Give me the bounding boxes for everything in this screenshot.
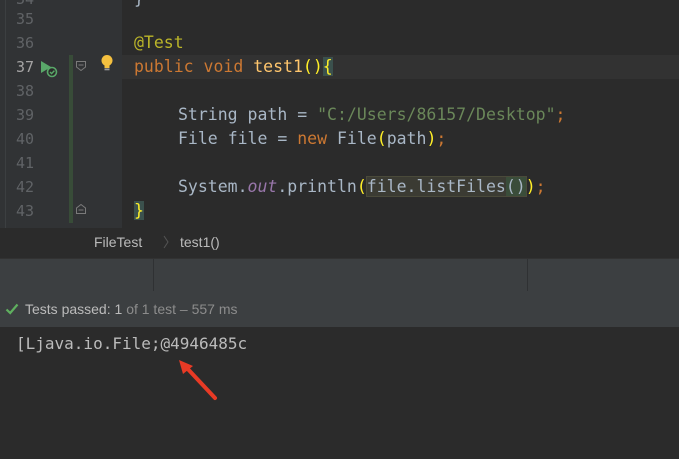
string-literal: "C:/Users/86157/Desktop" xyxy=(317,105,556,124)
breadcrumb-method[interactable]: test1() xyxy=(180,234,220,250)
line-number: 42 xyxy=(15,178,34,196)
line-number: 41 xyxy=(15,154,34,172)
fold-icon[interactable] xyxy=(76,204,86,214)
test-status-text: Tests passed: 1 of 1 test – 557 ms xyxy=(25,301,238,317)
line-number: 38 xyxy=(15,82,34,100)
checkmark-icon xyxy=(5,303,19,315)
code-line: 35 xyxy=(0,7,679,31)
arrow-annotation-icon xyxy=(179,360,217,400)
console-line: [Ljava.io.File;@4946485c xyxy=(16,334,248,353)
code-line: 42 System.out.println(file.listFiles()); xyxy=(0,175,679,199)
code-line: 39 String path = "C:/Users/86157/Desktop… xyxy=(0,103,679,127)
line-number: 37 xyxy=(15,58,34,76)
code-line: 40 File file = new File(path); xyxy=(0,127,679,151)
line-number: 43 xyxy=(15,202,34,220)
breadcrumb-class[interactable]: FileTest xyxy=(94,234,142,250)
selected-expression[interactable]: file.listFiles() xyxy=(365,176,527,197)
test-results-bar: Tests passed: 1 of 1 test – 557 ms xyxy=(0,291,679,327)
code-line: 38 xyxy=(0,79,679,103)
line-number: 40 xyxy=(15,130,34,148)
console-output[interactable]: [Ljava.io.File;@4946485c xyxy=(0,327,679,459)
breadcrumb-separator-icon xyxy=(163,235,169,249)
lightbulb-icon[interactable] xyxy=(99,54,115,72)
code-line: 43 } xyxy=(0,199,679,223)
fold-icon[interactable] xyxy=(76,61,86,71)
line-number: 35 xyxy=(15,10,34,28)
line-number: 36 xyxy=(15,34,34,52)
breadcrumb: FileTest test1() xyxy=(0,228,679,258)
code-line: 36 @Test xyxy=(0,31,679,55)
run-test-icon[interactable] xyxy=(38,58,58,78)
code-editor[interactable]: 34 } 35 36 @Test 37 public void test1(){… xyxy=(0,0,679,228)
tool-window-header xyxy=(0,258,679,292)
method-name: test1 xyxy=(253,57,303,76)
annotation: @Test xyxy=(134,33,184,52)
code-line: 41 xyxy=(0,151,679,175)
line-number: 39 xyxy=(15,106,34,124)
